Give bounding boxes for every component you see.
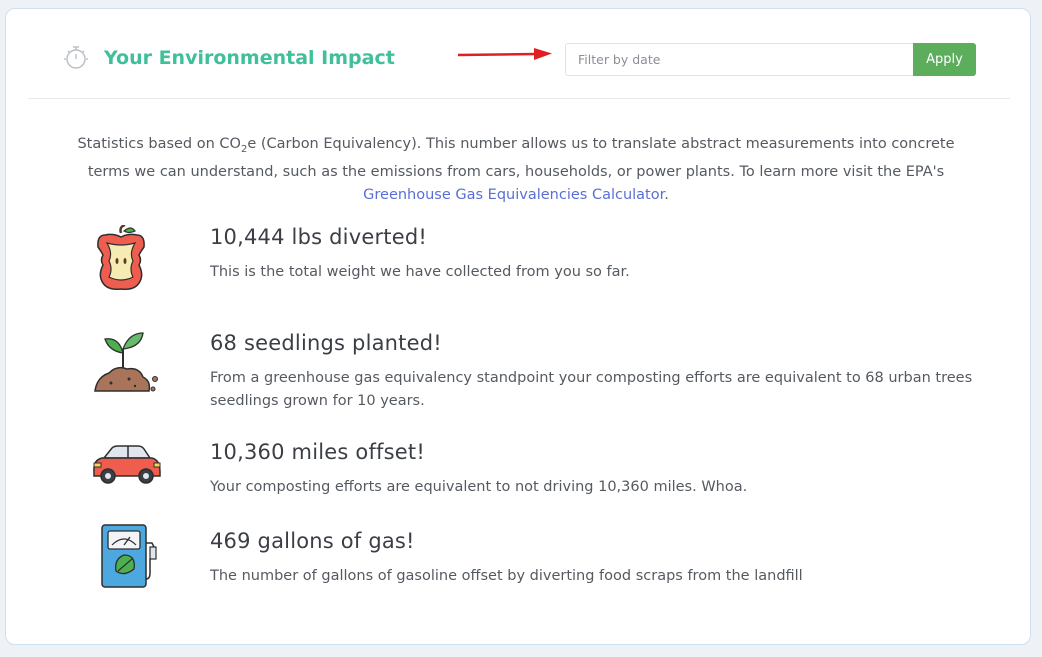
stat-description: This is the total weight we have collect… xyxy=(210,264,630,280)
seedling-icon xyxy=(94,332,158,392)
impact-card: Your Environmental Impact Apply Statisti… xyxy=(5,8,1031,645)
car-icon xyxy=(93,445,161,484)
stat-description: Your composting efforts are equivalent t… xyxy=(210,479,748,495)
epa-calculator-link[interactable]: Greenhouse Gas Equivalencies Calculator xyxy=(363,187,664,203)
stat-description: From a greenhouse gas equivalency standp… xyxy=(210,370,973,409)
stat-title: 10,444 lbs diverted! xyxy=(210,225,427,249)
stat-title: 10,360 miles offset! xyxy=(210,440,425,464)
gas-pump-icon xyxy=(101,524,157,588)
stat-title: 68 seedlings planted! xyxy=(210,331,442,355)
page-title: Your Environmental Impact xyxy=(104,47,395,69)
red-arrow-icon xyxy=(457,48,552,60)
stat-title: 469 gallons of gas! xyxy=(210,529,415,553)
apple-core-icon xyxy=(97,225,145,291)
stopwatch-icon xyxy=(64,46,88,69)
header-divider xyxy=(28,98,1010,99)
stat-description: The number of gallons of gasoline offset… xyxy=(210,568,803,584)
intro-text: Statistics based on CO2e (Carbon Equival… xyxy=(77,136,955,203)
apply-button[interactable]: Apply xyxy=(913,43,976,76)
date-filter-input[interactable] xyxy=(565,43,913,76)
card-header: Your Environmental Impact Apply xyxy=(6,9,1030,99)
